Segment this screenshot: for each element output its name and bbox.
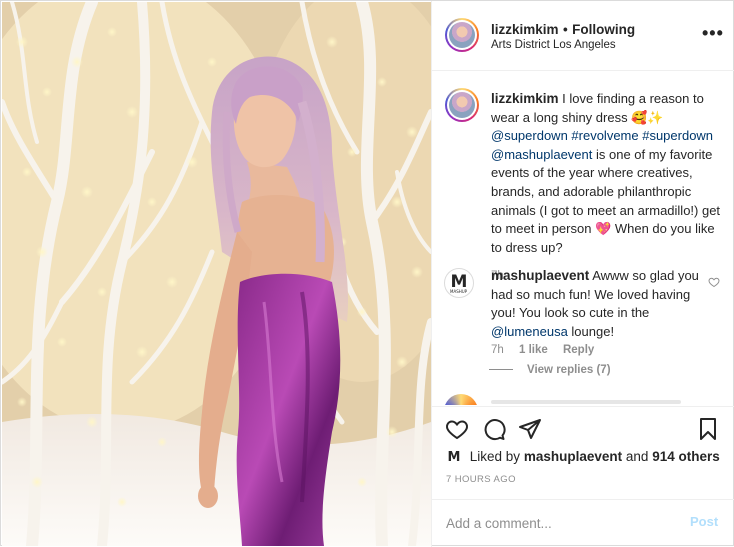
post-caption: lizzkimkim I love finding a reason to we…	[491, 90, 723, 286]
comment-text-2: lounge!	[571, 323, 615, 339]
post-actions: M Liked by mashuplaevent and 914 others …	[432, 406, 734, 499]
comment-meta: 7h 1 like Reply	[491, 344, 606, 356]
post-photo[interactable]	[2, 2, 431, 546]
photo-illustration	[2, 2, 431, 546]
liker-avatar[interactable]: M	[446, 450, 462, 466]
header-title-line: lizzkimkim • Following	[491, 21, 635, 39]
caption-author-avatar[interactable]	[445, 88, 479, 122]
more-options-icon[interactable]: •••	[702, 23, 724, 44]
liked-by-user[interactable]: mashuplaevent	[524, 449, 622, 464]
comments-section[interactable]: lizzkimkim I love finding a reason to we…	[432, 72, 734, 405]
next-comment-avatar[interactable]	[444, 394, 478, 405]
instagram-post-window: lizzkimkim • Following Arts District Los…	[0, 0, 734, 547]
post-side-panel: lizzkimkim • Following Arts District Los…	[431, 1, 734, 547]
liked-by-prefix: Liked by	[469, 449, 521, 464]
save-bookmark-icon[interactable]	[696, 417, 720, 441]
view-replies-button[interactable]: View replies (7)	[491, 364, 611, 376]
author-avatar[interactable]	[445, 18, 479, 52]
post-location[interactable]: Arts District Los Angeles	[491, 39, 616, 51]
comment-bubble-icon[interactable]	[482, 417, 506, 441]
comment-likes[interactable]: 1 like	[519, 344, 548, 356]
comment-time: 7h	[491, 344, 504, 356]
comment-body: mashuplaevent Awww so glad you had so mu…	[491, 267, 711, 341]
post-timestamp[interactable]: 7 HOURS AGO	[446, 474, 516, 485]
like-heart-icon[interactable]	[445, 417, 469, 441]
separator-dot: •	[562, 22, 568, 37]
comment-composer: Post	[432, 499, 734, 547]
next-comment-preview	[491, 400, 681, 404]
commenter-avatar-sub: MASHUP	[450, 289, 468, 294]
liked-by-and: and	[625, 449, 649, 464]
commenter-username[interactable]: mashuplaevent	[491, 268, 589, 283]
comment-reply-button[interactable]: Reply	[563, 344, 594, 356]
like-comment-heart-icon[interactable]	[708, 276, 720, 288]
caption-username[interactable]: lizzkimkim	[491, 91, 559, 106]
commenter-avatar[interactable]: M MASHUP	[444, 268, 474, 298]
comment-mention[interactable]: @lumeneusa	[491, 324, 568, 339]
caption-text-2: is one of my favorite events of the year…	[491, 146, 721, 255]
liked-by-others[interactable]: 914 others	[652, 449, 720, 464]
likes-summary: M Liked by mashuplaevent and 914 others	[446, 449, 720, 466]
share-paper-plane-icon[interactable]	[518, 417, 542, 441]
author-username[interactable]: lizzkimkim	[491, 22, 559, 37]
post-comment-button[interactable]: Post	[690, 514, 718, 529]
comment-input[interactable]	[446, 513, 676, 533]
following-button[interactable]: Following	[572, 22, 635, 37]
post-header: lizzkimkim • Following Arts District Los…	[432, 1, 734, 71]
